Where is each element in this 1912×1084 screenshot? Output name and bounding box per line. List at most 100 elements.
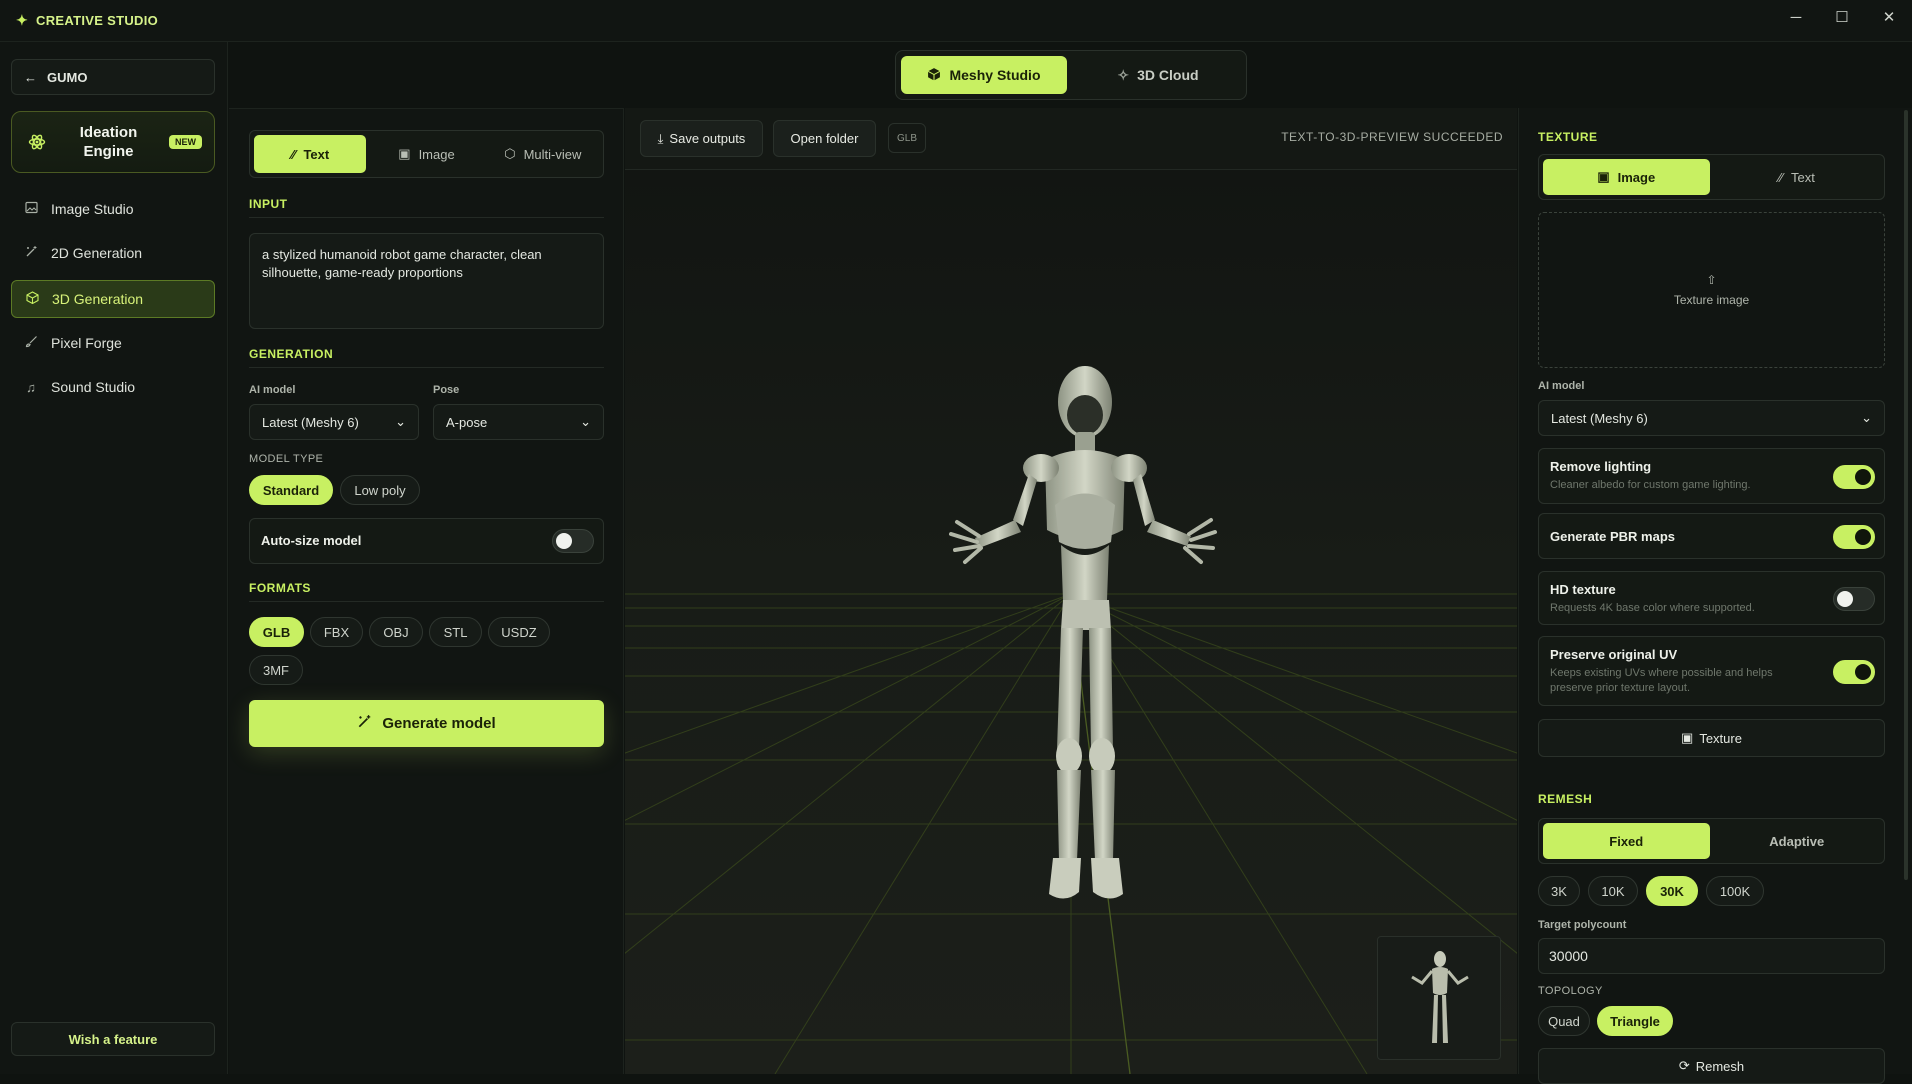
tab-fixed[interactable]: Fixed (1543, 823, 1710, 859)
preset-10k[interactable]: 10K (1588, 876, 1638, 906)
3d-viewport[interactable]: ⤓ Save outputs Open folder GLB TEXT-TO-3… (625, 108, 1517, 1074)
tab-label: 3D Cloud (1137, 67, 1199, 83)
tab-label: Meshy Studio (949, 67, 1041, 83)
ideation-engine-button[interactable]: Ideation Engine NEW (11, 111, 215, 173)
viewport-toolbar: ⤓ Save outputs Open folder GLB TEXT-TO-3… (625, 108, 1517, 170)
wish-feature-button[interactable]: Wish a feature (11, 1022, 215, 1056)
sidebar-item-sound-studio[interactable]: ♫ Sound Studio (11, 368, 215, 406)
tab-text[interactable]: ⁄⁄ Text (254, 135, 367, 173)
toggle-desc: Keeps existing UVs where possible and he… (1550, 667, 1773, 694)
tab-label: Image (418, 146, 455, 162)
upload-icon: ⇧ (1706, 273, 1717, 287)
divider (249, 217, 604, 218)
auto-size-row: Auto-size model (249, 518, 604, 564)
tab-label: Text (303, 146, 330, 162)
format-glb[interactable]: GLB (249, 617, 304, 647)
chevron-down-icon: ⌄ (395, 414, 406, 429)
model-thumbnail[interactable] (1377, 936, 1501, 1060)
toggle-desc: Requests 4K base color where supported. (1550, 602, 1755, 614)
prompt-textarea[interactable]: a stylized humanoid robot game character… (249, 233, 604, 329)
ai-model-value: Latest (Meshy 6) (1551, 410, 1648, 426)
format-stl[interactable]: STL (429, 617, 482, 647)
model-type-low-poly[interactable]: Low poly (340, 475, 420, 505)
toggle-title: HD texture (1550, 582, 1616, 597)
texture-ai-model-select[interactable]: Latest (Meshy 6) ⌄ (1538, 400, 1885, 436)
hd-texture-toggle[interactable] (1833, 587, 1875, 611)
ai-model-value: Latest (Meshy 6) (262, 414, 359, 430)
model-type-label: MODEL TYPE (249, 453, 324, 465)
ideation-label: Ideation Engine (79, 124, 138, 160)
tab-texture-image[interactable]: ▣ Image (1543, 159, 1710, 195)
tab-3d-cloud[interactable]: ✧ 3D Cloud (1075, 56, 1241, 94)
toggle-desc: Cleaner albedo for custom game lighting. (1550, 479, 1751, 491)
topology-quad[interactable]: Quad (1538, 1006, 1590, 1036)
save-label: Save outputs (669, 131, 746, 146)
generate-model-button[interactable]: Generate model (249, 700, 604, 747)
arrow-left-icon: ← (24, 69, 37, 85)
wand-icon (357, 714, 372, 733)
generate-label: Generate model (382, 715, 496, 732)
studio-switcher: Meshy Studio ✧ 3D Cloud (895, 50, 1247, 100)
pbr-maps-toggle[interactable] (1833, 525, 1875, 549)
sidebar-item-label: 2D Generation (51, 245, 143, 261)
refresh-icon: ⟳ (1678, 1058, 1690, 1073)
wand-icon: ⁄⁄ (1778, 169, 1783, 185)
remesh-button[interactable]: ⟳ Remesh (1538, 1048, 1885, 1084)
target-polycount-input[interactable]: 30000 (1538, 938, 1885, 974)
tab-meshy-studio[interactable]: Meshy Studio (901, 56, 1067, 94)
maximize-button[interactable]: ☐ (1819, 0, 1865, 34)
minimize-button[interactable]: ─ (1773, 0, 1819, 34)
format-fbx[interactable]: FBX (310, 617, 363, 647)
app-title: ✦ CREATIVE STUDIO (16, 12, 158, 29)
close-button[interactable]: ✕ (1866, 0, 1912, 34)
pose-value: A-pose (446, 414, 488, 430)
download-icon: ⤓ (657, 130, 664, 146)
chevron-down-icon: ⌄ (1861, 410, 1872, 425)
back-label: GUMO (47, 69, 88, 85)
remove-lighting-toggle[interactable] (1833, 465, 1875, 489)
format-tag: GLB (888, 123, 926, 153)
topology-label: TOPOLOGY (1538, 985, 1603, 997)
topology-triangle[interactable]: Triangle (1597, 1006, 1673, 1036)
preserve-uv-toggle[interactable] (1833, 660, 1875, 684)
divider (249, 601, 604, 602)
texture-button-label: Texture (1699, 730, 1742, 746)
sidebar-item-pixel-forge[interactable]: Pixel Forge (11, 324, 215, 362)
image-icon (23, 201, 39, 217)
back-button[interactable]: ← GUMO (11, 59, 215, 95)
preset-100k[interactable]: 100K (1706, 876, 1764, 906)
sidebar-item-image-studio[interactable]: Image Studio (11, 190, 215, 228)
format-usdz[interactable]: USDZ (488, 617, 550, 647)
texture-mode-tabs: ▣ Image ⁄⁄ Text (1538, 154, 1885, 200)
tab-image[interactable]: ▣ Image (370, 135, 482, 173)
right-panel-scrollbar[interactable] (1904, 110, 1908, 880)
texture-image-dropzone[interactable]: ⇧ Texture image (1538, 212, 1885, 368)
preset-30k[interactable]: 30K (1646, 876, 1698, 906)
chevron-down-icon: ⌄ (580, 414, 591, 429)
preset-3k[interactable]: 3K (1538, 876, 1580, 906)
cube-icon: ⬡ (504, 146, 516, 161)
generation-panel: ⁄⁄ Text ▣ Image ⬡ Multi-view INPUT a styliz… (229, 108, 624, 1074)
format-3mf[interactable]: 3MF (249, 655, 303, 685)
atom-icon (26, 131, 48, 153)
section-remesh-title: REMESH (1538, 792, 1593, 806)
format-obj[interactable]: OBJ (369, 617, 423, 647)
tab-texture-text[interactable]: ⁄⁄ Text (1714, 159, 1881, 195)
sparkle-icon: ✦ (16, 12, 29, 28)
auto-size-toggle[interactable] (552, 529, 594, 553)
save-outputs-button[interactable]: ⤓ Save outputs (640, 120, 763, 157)
open-folder-button[interactable]: Open folder (773, 120, 876, 157)
model-type-standard[interactable]: Standard (249, 475, 333, 505)
tab-adaptive[interactable]: Adaptive (1714, 823, 1881, 859)
status-text: TEXT-TO-3D-PREVIEW SUCCEEDED (1281, 130, 1503, 144)
sidebar-item-label: 3D Generation (52, 291, 144, 307)
pose-select[interactable]: A-pose ⌄ (433, 404, 604, 440)
texture-button[interactable]: ▣ Texture (1538, 719, 1885, 757)
sidebar-item-2d-generation[interactable]: 2D Generation (11, 234, 215, 272)
tab-multi-view[interactable]: ⬡ Multi-view (487, 135, 599, 173)
open-label: Open folder (790, 131, 859, 146)
section-texture-title: TEXTURE (1538, 130, 1598, 144)
sidebar-item-3d-generation[interactable]: 3D Generation (11, 280, 215, 318)
remove-lighting-row: Remove lighting Cleaner albedo for custo… (1538, 448, 1885, 504)
ai-model-select[interactable]: Latest (Meshy 6) ⌄ (249, 404, 419, 440)
